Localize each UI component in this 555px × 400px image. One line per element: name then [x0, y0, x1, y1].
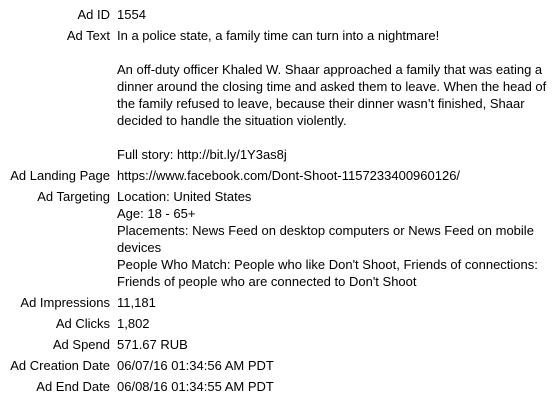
ad-end-date-row: Ad End Date 06/08/16 01:34:55 AM PDT — [0, 378, 555, 395]
ad-landing-page-row: Ad Landing Page https://www.facebook.com… — [0, 167, 555, 184]
ad-text-body: An off-duty officer Khaled W. Shaar appr… — [117, 62, 547, 128]
ad-landing-page-value: https://www.facebook.com/Dont-Shoot-1157… — [117, 168, 461, 183]
targeting-people-who-match: People Who Match: People who like Don't … — [117, 257, 538, 289]
ad-spend-label: Ad Spend — [52, 337, 110, 352]
targeting-location: Location: United States — [117, 189, 252, 204]
ad-creation-date-label: Ad Creation Date — [10, 358, 110, 373]
ad-targeting-value: Location: United States Age: 18 - 65+ Pl… — [117, 188, 547, 290]
ad-impressions-row: Ad Impressions 11,181 — [0, 294, 555, 311]
ad-text-story-link: Full story: http://bit.ly/1Y3as8j — [117, 147, 287, 162]
ad-record: Ad ID 1554 Ad Text In a police state, a … — [0, 0, 555, 395]
ad-creation-date-row: Ad Creation Date 06/07/16 01:34:56 AM PD… — [0, 357, 555, 374]
ad-targeting-row: Ad Targeting Location: United States Age… — [0, 188, 555, 290]
ad-clicks-label: Ad Clicks — [55, 316, 110, 331]
ad-id-label: Ad ID — [77, 7, 110, 22]
ad-text-headline: In a police state, a family time can tur… — [117, 28, 440, 43]
ad-clicks-row: Ad Clicks 1,802 — [0, 315, 555, 332]
ad-impressions-label: Ad Impressions — [20, 295, 110, 310]
ad-spend-value: 571.67 RUB — [117, 337, 188, 352]
ad-creation-date-value: 06/07/16 01:34:56 AM PDT — [117, 358, 274, 373]
ad-text-value: In a police state, a family time can tur… — [117, 27, 547, 163]
ad-id-value: 1554 — [117, 7, 146, 22]
ad-landing-page-label: Ad Landing Page — [10, 168, 110, 183]
ad-spend-row: Ad Spend 571.67 RUB — [0, 336, 555, 353]
targeting-age: Age: 18 - 65+ — [117, 206, 196, 221]
targeting-placements: Placements: News Feed on desktop compute… — [117, 223, 534, 255]
ad-impressions-value: 11,181 — [117, 295, 156, 310]
ad-text-label: Ad Text — [66, 28, 110, 43]
ad-clicks-value: 1,802 — [117, 316, 150, 331]
ad-targeting-label: Ad Targeting — [37, 189, 110, 204]
ad-end-date-value: 06/08/16 01:34:55 AM PDT — [117, 379, 274, 394]
ad-end-date-label: Ad End Date — [36, 379, 110, 394]
ad-id-row: Ad ID 1554 — [0, 6, 555, 23]
ad-text-row: Ad Text In a police state, a family time… — [0, 27, 555, 163]
